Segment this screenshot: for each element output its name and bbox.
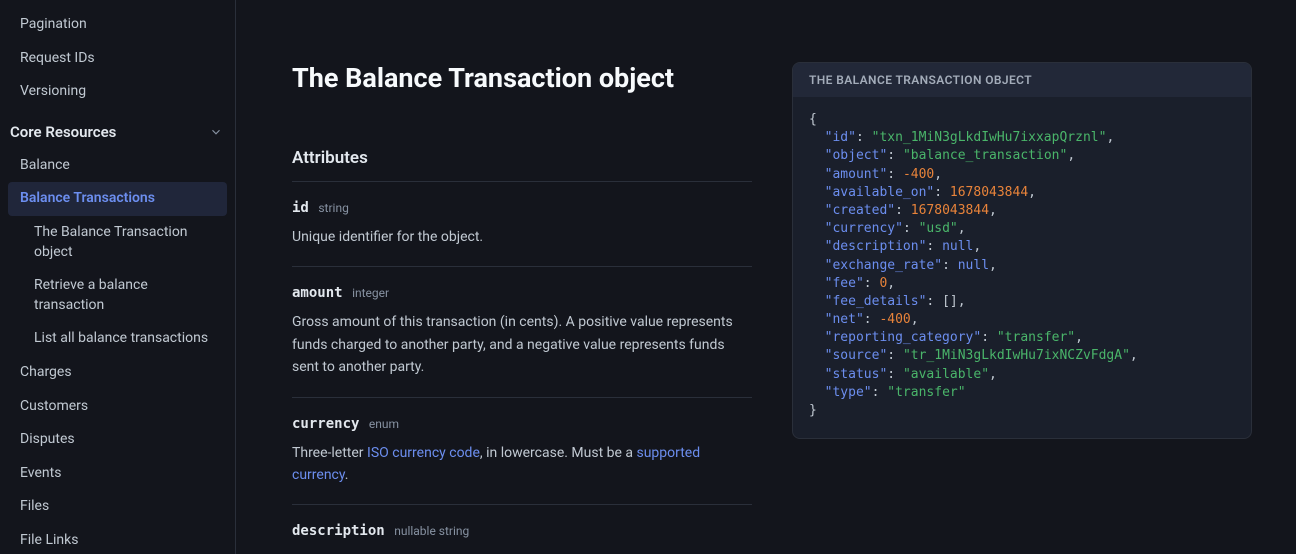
attr-type: nullable string <box>394 524 469 538</box>
sidebar: Pagination Request IDs Versioning Core R… <box>0 0 236 554</box>
nav-section-core-resources[interactable]: Core Resources <box>0 115 235 149</box>
nav-file-links[interactable]: File Links <box>0 524 235 554</box>
main-content: The Balance Transaction object Attribute… <box>236 0 1296 554</box>
attr-currency: currency enum Three-letter ISO currency … <box>292 416 752 506</box>
attr-desc: Three-letter ISO currency code, in lower… <box>292 442 752 487</box>
page-title: The Balance Transaction object <box>292 62 752 94</box>
attr-type: enum <box>369 417 399 431</box>
nav-balance-transactions[interactable]: Balance Transactions <box>8 182 227 216</box>
nav-request-ids[interactable]: Request IDs <box>0 42 235 76</box>
nav-events[interactable]: Events <box>0 457 235 491</box>
attr-amount: amount integer Gross amount of this tran… <box>292 285 752 397</box>
attr-type: string <box>318 201 348 215</box>
attr-name: amount <box>292 285 343 301</box>
attr-name: id <box>292 200 309 216</box>
nav-versioning[interactable]: Versioning <box>0 75 235 109</box>
attr-desc: Unique identifier for the object. <box>292 226 752 248</box>
attr-type: integer <box>352 286 389 300</box>
code-title: THE BALANCE TRANSACTION OBJECT <box>793 63 1251 97</box>
link-iso-currency-code[interactable]: ISO currency code <box>367 445 480 461</box>
attributes-heading: Attributes <box>292 148 752 182</box>
code-panel: THE BALANCE TRANSACTION OBJECT { "id": "… <box>792 62 1252 554</box>
doc-content: The Balance Transaction object Attribute… <box>292 62 752 554</box>
attr-name: currency <box>292 416 359 432</box>
nav-pagination[interactable]: Pagination <box>0 8 235 42</box>
section-label: Core Resources <box>10 123 116 141</box>
nav-balance[interactable]: Balance <box>0 149 235 183</box>
nav-customers[interactable]: Customers <box>0 390 235 424</box>
chevron-down-icon <box>209 125 223 139</box>
attr-description: description nullable string <box>292 523 752 554</box>
attr-id: id string Unique identifier for the obje… <box>292 200 752 267</box>
nav-files[interactable]: Files <box>0 490 235 524</box>
code-box: THE BALANCE TRANSACTION OBJECT { "id": "… <box>792 62 1252 439</box>
nav-charges[interactable]: Charges <box>0 356 235 390</box>
nav-sub-retrieve-balance-transaction[interactable]: Retrieve a balance transaction <box>0 269 235 322</box>
nav-disputes[interactable]: Disputes <box>0 423 235 457</box>
attr-name: description <box>292 523 385 539</box>
attr-desc: Gross amount of this transaction (in cen… <box>292 311 752 378</box>
code-sample: { "id": "txn_1MiN3gLkdIwHu7ixxapQrznl", … <box>793 97 1251 438</box>
nav-sub-list-balance-transactions[interactable]: List all balance transactions <box>0 322 235 356</box>
nav-sub-balance-transaction-object[interactable]: The Balance Transaction object <box>0 216 235 269</box>
